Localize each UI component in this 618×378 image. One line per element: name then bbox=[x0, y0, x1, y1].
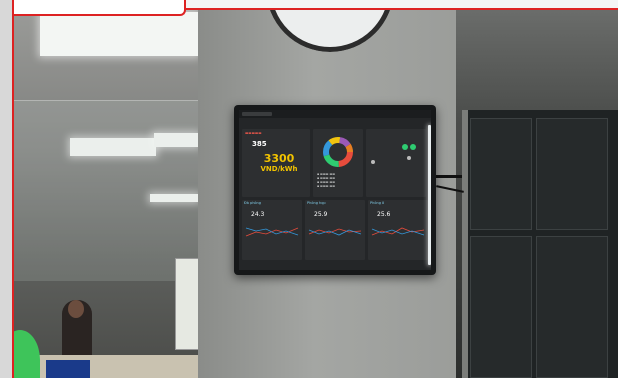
section-title: Phòng ô bbox=[370, 201, 385, 205]
price-value: 3300 bbox=[263, 152, 295, 165]
led-light-strip bbox=[428, 125, 431, 265]
toggle-indicator bbox=[371, 160, 375, 164]
toggle-indicator bbox=[402, 144, 408, 150]
sparkline bbox=[371, 228, 425, 236]
donut-legend: ▪ ▬▬▬ ▬▬ ▪ ▬▬▬ ▬▬ ▪ ▬▬▬ ▬▬ ▪ ▬▬▬ ▬▬ bbox=[317, 172, 336, 188]
toggle-indicator bbox=[407, 156, 411, 160]
sparkline bbox=[371, 227, 425, 236]
room-sparklines bbox=[245, 227, 425, 237]
window-pane bbox=[470, 236, 532, 378]
window-pane bbox=[536, 118, 608, 230]
room-temp: 24.3 bbox=[251, 211, 265, 218]
room-temp: 25.6 bbox=[377, 211, 391, 218]
photo-scene: 7 6 5 ▬▬▬▬▬ 385 3300 VND/kWh ▪ ▬▬▬ bbox=[0, 0, 618, 378]
price-panel-header: ▬▬▬▬▬ bbox=[245, 131, 262, 135]
price-unit: VND/kWh bbox=[260, 165, 298, 173]
frame-left-bar bbox=[0, 0, 14, 378]
wall-monitor: ▬▬▬▬▬ 385 3300 VND/kWh ▪ ▬▬▬ ▬▬ ▪ ▬▬▬ ▬▬ ▪… bbox=[234, 105, 436, 275]
frame-notch bbox=[12, 0, 186, 16]
toggle-indicator bbox=[410, 144, 416, 150]
section-title: Phòng họp bbox=[307, 201, 326, 205]
desk bbox=[14, 355, 199, 378]
donut-chart bbox=[323, 137, 353, 167]
monitor-cable bbox=[436, 175, 462, 178]
dropdown bbox=[242, 112, 272, 116]
dashboard-screen: ▬▬▬▬▬ 385 3300 VND/kWh ▪ ▬▬▬ ▬▬ ▪ ▬▬▬ ▬▬ ▪… bbox=[239, 110, 431, 270]
room-temp: 25.9 bbox=[314, 211, 328, 218]
window-pane bbox=[470, 118, 532, 230]
person-head bbox=[68, 300, 84, 318]
section-title: Đà phòng bbox=[244, 201, 261, 205]
glass-partition bbox=[14, 100, 200, 281]
window-pane bbox=[536, 236, 608, 378]
toggle-controls bbox=[371, 144, 416, 164]
laptop bbox=[46, 360, 90, 378]
power-value: 385 bbox=[252, 140, 267, 148]
ceiling-light bbox=[40, 12, 198, 56]
